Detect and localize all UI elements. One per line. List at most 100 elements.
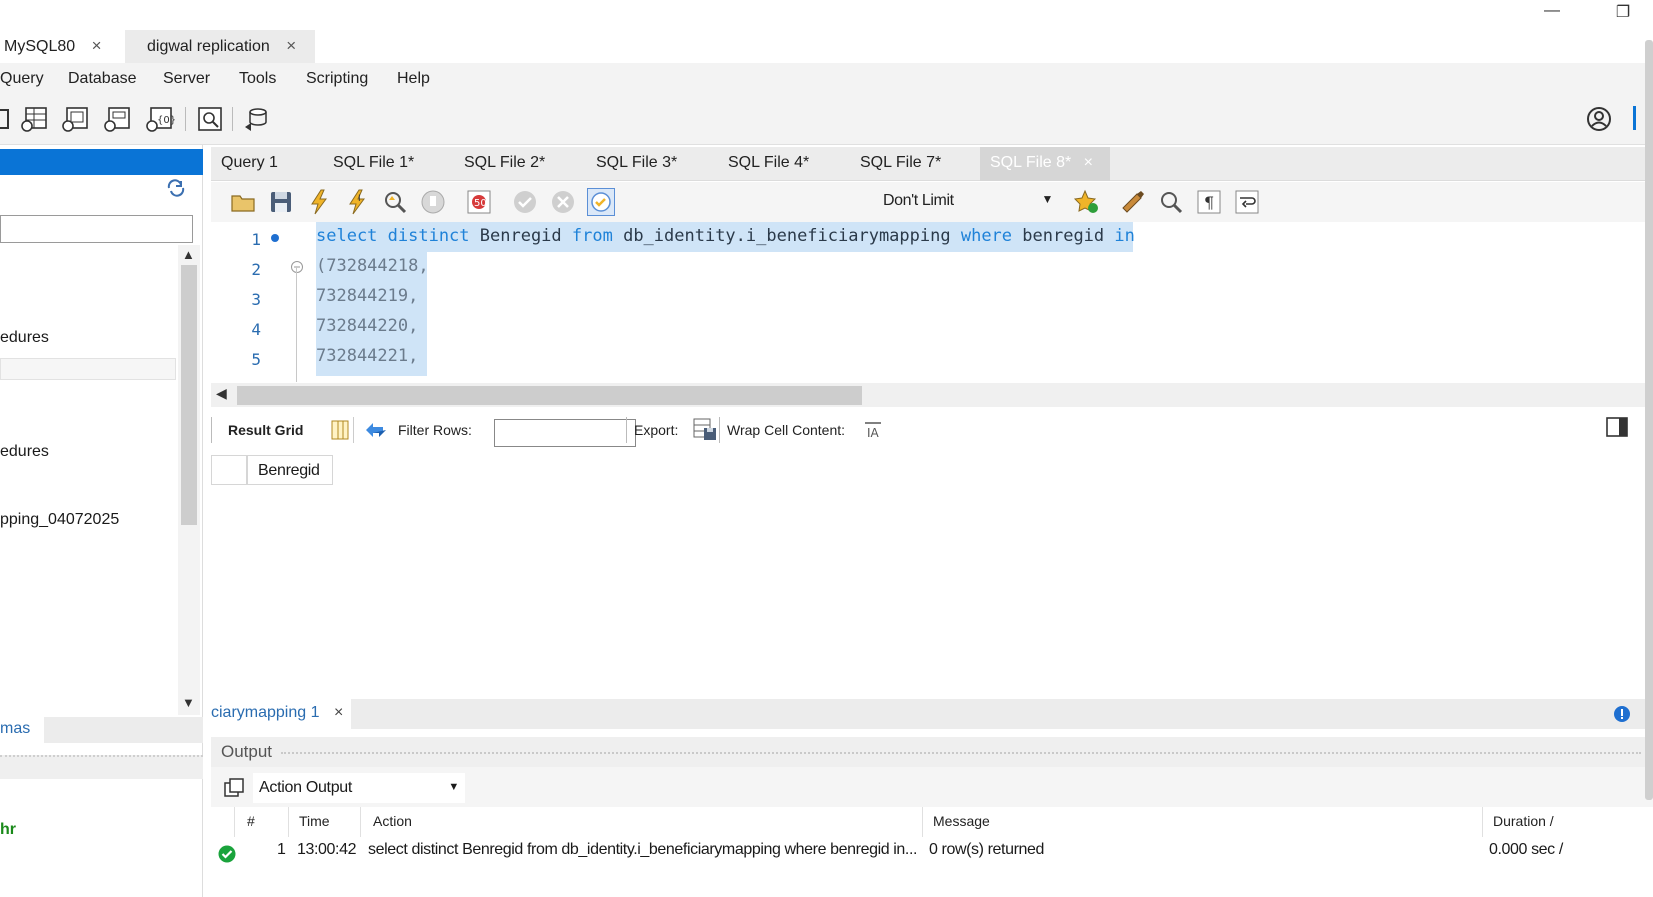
output-toolbar: Action Output ▼ (211, 767, 1653, 807)
close-icon[interactable]: × (334, 704, 343, 721)
info-icon[interactable] (1613, 705, 1631, 723)
invisible-chars-icon[interactable]: ¶ (1195, 188, 1223, 216)
wrap-lines-icon[interactable] (1233, 188, 1261, 216)
navigator-item[interactable]: pping_04072025 (0, 511, 119, 529)
fold-icon[interactable] (290, 260, 304, 274)
refresh-icon[interactable] (166, 179, 186, 197)
keyword: select distinct (316, 226, 470, 246)
restore-button[interactable]: ❐ (1608, 2, 1638, 26)
create-view-icon[interactable] (103, 105, 133, 133)
navigator-row (0, 358, 176, 380)
grid-view-icon[interactable] (329, 419, 351, 441)
column-header-action[interactable]: Action (361, 807, 923, 837)
refresh-results-icon[interactable] (363, 419, 389, 441)
stop-icon[interactable] (419, 188, 447, 216)
tab-sql-file-8[interactable]: SQL File 8* × (980, 147, 1110, 181)
connection-tab-mysql80[interactable]: MySQL80 × (0, 30, 122, 63)
tab-query-1[interactable]: Query 1 (221, 147, 278, 181)
reconnect-icon[interactable] (242, 105, 272, 133)
output-row-status-header (211, 807, 235, 837)
menu-server[interactable]: Server (163, 70, 210, 88)
execute-current-icon[interactable]: I (343, 188, 371, 216)
output-type-select[interactable]: Action Output ▼ (253, 773, 465, 803)
close-icon[interactable]: × (1084, 154, 1093, 171)
wrap-cell-icon[interactable]: IA (863, 421, 883, 439)
account-icon[interactable] (1585, 105, 1615, 133)
tab-sql-file-2[interactable]: SQL File 2* (464, 147, 545, 181)
search-table-icon[interactable] (195, 105, 225, 133)
open-sql-icon[interactable] (0, 105, 16, 133)
connection-tab-digwal-replication[interactable]: digwal replication × (125, 30, 315, 63)
toggle-side-panel-icon[interactable] (1605, 416, 1629, 438)
copy-icon[interactable] (223, 777, 245, 799)
sql-editor[interactable]: 1 2 3 4 5 select distinct Benregid from … (211, 222, 1653, 382)
explain-icon[interactable] (381, 188, 409, 216)
scroll-left-icon[interactable]: ◀ (216, 385, 227, 402)
close-icon[interactable]: × (286, 36, 296, 55)
scrollbar-thumb[interactable] (237, 386, 862, 405)
svg-text:IA: IA (867, 426, 880, 439)
title-bar: — ❐ (0, 0, 1653, 28)
output-row-time: 13:00:42 (297, 841, 357, 858)
editor-horizontal-scrollbar[interactable]: ◀ (211, 383, 1653, 407)
minimize-button[interactable]: — (1537, 2, 1567, 26)
beautify-icon[interactable] (1119, 188, 1147, 216)
menu-scripting[interactable]: Scripting (306, 70, 368, 88)
open-file-icon[interactable] (229, 188, 257, 216)
output-row-message: 0 row(s) returned (929, 841, 1045, 858)
toggle-error-icon[interactable]: 50 (465, 188, 493, 216)
column-header-time[interactable]: Time (289, 807, 361, 837)
autocommit-icon[interactable] (587, 188, 615, 216)
navigator-scrollbar[interactable]: ▲ ▼ (178, 245, 200, 715)
column-header-message[interactable]: Message (923, 807, 1483, 837)
output-row-action: select distinct Benregid from db_identit… (368, 841, 918, 858)
panel-indicator (1633, 106, 1636, 130)
line-number: 2 (251, 260, 261, 279)
tab-sql-file-3[interactable]: SQL File 3* (596, 147, 677, 181)
create-schema-icon[interactable] (20, 105, 50, 133)
code-line-1: select distinct Benregid from db_identit… (316, 222, 1135, 252)
tab-sql-file-1[interactable]: SQL File 1* (333, 147, 414, 181)
rollback-icon[interactable] (549, 188, 577, 216)
wrap-cell-content-label: Wrap Cell Content: (727, 422, 846, 438)
column-header-number[interactable]: # (235, 807, 289, 837)
result-tab[interactable]: ciarymapping 1 × (211, 699, 352, 729)
navigator-item[interactable]: edures (0, 329, 49, 347)
save-icon[interactable] (267, 188, 295, 216)
scroll-down-icon[interactable]: ▼ (182, 695, 195, 710)
execute-icon[interactable] (305, 188, 333, 216)
navigator-tabs: mas (0, 717, 203, 743)
commit-icon[interactable] (511, 188, 539, 216)
navigator-tab-schemas[interactable]: mas (0, 717, 44, 743)
editor-tabs: Query 1 SQL File 1* SQL File 2* SQL File… (211, 147, 1653, 181)
menu-database[interactable]: Database (68, 70, 137, 88)
result-grid: Benregid (211, 451, 1653, 699)
scroll-up-icon[interactable]: ▲ (182, 247, 195, 262)
navigator-item[interactable]: edures (0, 443, 49, 461)
export-label: Export: (634, 422, 679, 438)
limit-rows-select[interactable]: Don't Limit ▼ (877, 188, 1061, 216)
tab-sql-file-4[interactable]: SQL File 4* (728, 147, 809, 181)
menu-tools[interactable]: Tools (239, 70, 276, 88)
chevron-down-icon: ▼ (1041, 192, 1054, 206)
create-routine-icon[interactable]: {0} (145, 105, 175, 133)
result-grid-button[interactable]: Result Grid (228, 422, 303, 438)
add-snippet-icon[interactable] (1073, 188, 1101, 216)
keyword: in (1114, 226, 1135, 246)
find-icon[interactable] (1157, 188, 1185, 216)
window-scrollbar[interactable] (1645, 40, 1653, 800)
output-row-duration: 0.000 sec / (1489, 841, 1563, 858)
export-icon[interactable] (692, 417, 718, 441)
filter-rows-input[interactable] (494, 419, 636, 447)
tab-sql-file-7[interactable]: SQL File 7* (860, 147, 941, 181)
identifier: Benregid (469, 226, 572, 246)
grid-corner-cell[interactable] (211, 455, 247, 485)
column-header-duration[interactable]: Duration / (1483, 807, 1653, 837)
navigator-search-input[interactable] (0, 215, 193, 243)
scrollbar-thumb[interactable] (181, 265, 197, 525)
close-icon[interactable]: × (92, 36, 102, 55)
create-table-icon[interactable] (61, 105, 91, 133)
column-header-benregid[interactable]: Benregid (247, 455, 333, 485)
menu-help[interactable]: Help (397, 70, 430, 88)
menu-query[interactable]: Query (0, 70, 44, 88)
